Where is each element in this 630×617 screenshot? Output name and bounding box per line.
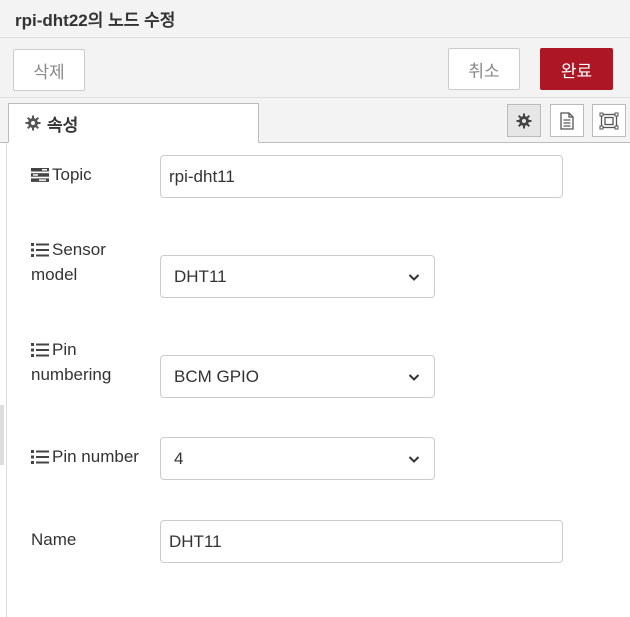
sensor-model-label-line2: model: [31, 265, 78, 284]
topic-label-text: Topic: [52, 165, 92, 184]
sensor-model-label-line1: Sensor: [52, 240, 106, 259]
description-icon: [560, 111, 574, 130]
chevron-down-icon: [408, 273, 420, 281]
sensor-model-label: Sensor model: [31, 237, 106, 287]
sensor-model-value: DHT11: [174, 266, 227, 286]
done-button[interactable]: 완료: [540, 48, 613, 90]
pin-numbering-label: Pin numbering: [31, 337, 111, 387]
resize-handle[interactable]: [0, 405, 4, 465]
name-input[interactable]: DHT11: [160, 520, 563, 563]
description-tab-button[interactable]: [550, 104, 584, 137]
sensor-model-select[interactable]: DHT11: [160, 255, 435, 298]
pin-number-label: Pin number: [31, 444, 139, 469]
list-icon: [31, 343, 49, 357]
list-icon: [31, 450, 49, 464]
dialog-title: rpi-dht22의 노드 수정: [15, 11, 176, 30]
pin-number-label-text: Pin number: [52, 447, 139, 466]
appearance-tab-button[interactable]: [592, 104, 626, 137]
tab-properties[interactable]: 속성: [8, 103, 259, 143]
pin-numbering-label-line1: Pin: [52, 340, 77, 359]
name-label: Name: [31, 530, 77, 549]
tasks-icon: [31, 168, 49, 182]
tab-properties-label: 속성: [47, 115, 79, 135]
cancel-button[interactable]: 취소: [448, 48, 520, 90]
list-icon: [31, 243, 49, 257]
gear-icon: [516, 113, 532, 128]
dialog-header: rpi-dht22의 노드 수정: [0, 0, 630, 38]
topic-input[interactable]: rpi-dht11: [160, 155, 563, 198]
pin-numbering-value: BCM GPIO: [174, 366, 260, 386]
appearance-icon: [599, 112, 619, 129]
pin-number-select[interactable]: 4: [160, 437, 435, 480]
dialog-toolbar: 삭제 취소 완료: [0, 38, 630, 98]
chevron-down-icon: [408, 373, 420, 381]
gear-icon: [25, 115, 41, 131]
delete-button[interactable]: 삭제: [13, 49, 85, 91]
pin-numbering-select[interactable]: BCM GPIO: [160, 355, 435, 398]
settings-tab-button[interactable]: [507, 104, 541, 137]
pin-numbering-label-line2: numbering: [31, 365, 112, 384]
topic-label: Topic: [31, 162, 92, 187]
chevron-down-icon: [408, 455, 420, 463]
pin-number-value: 4: [174, 448, 184, 468]
